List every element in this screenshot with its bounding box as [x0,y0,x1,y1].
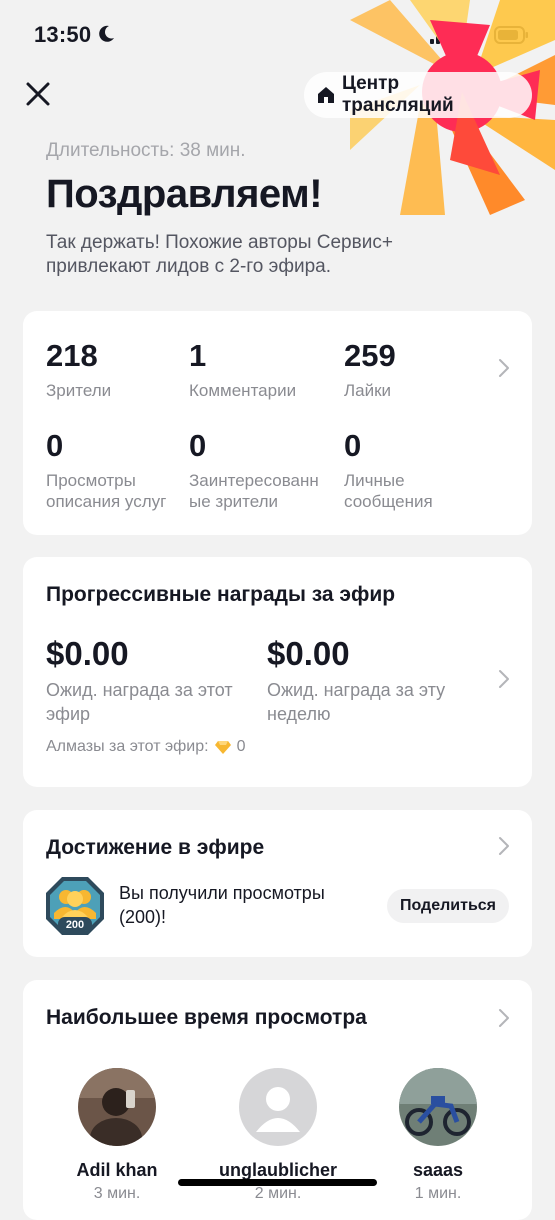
viewer-name: Adil khan [76,1160,158,1180]
subtitle-text: Так держать! Похожие авторы Сервис+ прив… [46,232,393,277]
status-time: 13:50 [34,22,92,47]
rewards-title: Прогрессивные награды за эфир [46,583,396,606]
stats-card[interactable]: 218 Зрители 1 Комментарии 259 Лайки 0 Пр… [23,311,532,535]
diamonds-value: 0 [236,738,246,755]
stat-label: Просмотры описания услуг [46,471,167,511]
page-title: Поздравляем! [46,172,323,216]
week-reward-label: Ожид. награда за эту неделю [267,680,446,724]
stat-value: 259 [344,338,396,373]
stat-comments: 1 Комментарии [189,338,296,401]
stat-interested-viewers: 0 Заинтересованн ые зрители [189,428,327,512]
duration-text: Длительность: 38 мин. [46,140,246,161]
achievement-text: Вы получили просмотры (200)! [119,883,325,927]
stat-label: Личные сообщения [344,471,433,511]
stat-value: 0 [344,428,362,463]
stat-likes: 259 Лайки [344,338,396,401]
chevron-right-icon [499,1009,509,1027]
stat-direct-messages: 0 Личные сообщения [344,428,454,512]
week-reward-value: $0.00 [267,635,350,672]
stat-value: 0 [189,428,207,463]
stat-label: Зрители [46,381,112,400]
viewer-name: unglaublicher [218,1160,337,1180]
house-icon [318,87,334,103]
stat-viewers: 218 Зрители [46,338,111,401]
share-button[interactable]: Поделиться [387,889,509,923]
stream-reward-label: Ожид. награда за этот эфир [46,680,233,724]
chevron-right-icon [499,670,509,688]
stat-label: Лайки [344,381,392,400]
default-avatar-icon[interactable] [239,1068,317,1146]
achievement-card[interactable]: Достижение в эфире 200 Вы получили просм… [23,810,532,957]
stream-reward-value: $0.00 [46,635,129,672]
stat-label: Заинтересованн ые зрители [189,471,319,511]
stat-service-views: 0 Просмотры описания услуг [46,428,181,512]
chevron-right-icon [499,837,509,855]
viewer-time: 1 мин. [414,1185,462,1202]
achievement-title: Достижение в эфире [46,836,265,859]
close-button[interactable] [20,76,56,112]
diamond-icon [214,741,231,754]
diamonds-row: Алмазы за этот эфир: 0 [46,738,245,756]
viewer-name: saaas [412,1160,464,1180]
stat-value: 0 [46,428,64,463]
viewer-time: 3 мин. [93,1185,141,1202]
stat-value: 1 [189,338,207,373]
moon-icon [99,25,114,42]
badge-count: 200 [65,919,85,931]
live-center-label: Центр трансляций [342,73,454,116]
avatar[interactable] [399,1068,477,1146]
rewards-card[interactable]: Прогрессивные награды за эфир $0.00 Ожид… [23,557,532,787]
avatar[interactable] [78,1068,156,1146]
live-center-button[interactable]: Центр трансляций [304,72,532,118]
diamonds-label: Алмазы за этот эфир: [46,738,209,755]
stat-value: 218 [46,338,98,373]
viewer-item[interactable]: Adil khan 3 мин. [47,1068,187,1203]
viewer-item[interactable]: saaas 1 мин. [368,1068,508,1203]
home-indicator[interactable] [178,1179,377,1186]
viewer-time: 2 мин. [254,1185,302,1202]
chevron-right-icon [499,359,509,377]
stat-label: Комментарии [189,381,297,400]
top-viewers-title: Наибольшее время просмотра [46,1006,367,1029]
